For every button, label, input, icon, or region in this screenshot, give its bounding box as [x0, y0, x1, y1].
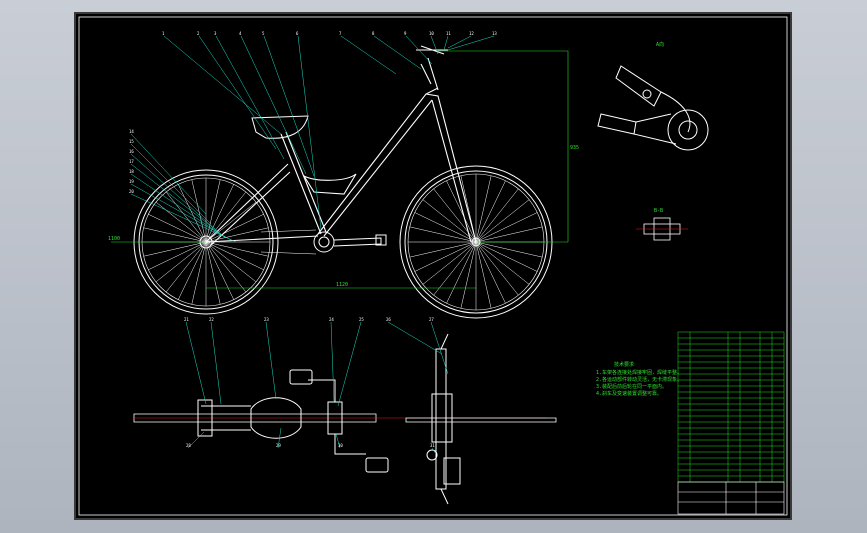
technical-requirements: 技术要求 1.车架各连接处焊接牢固，焊缝平整。 2.各运动部件转动灵活，无卡滞现…	[596, 361, 682, 397]
part-label: 29	[276, 443, 281, 448]
part-label: 30	[338, 443, 343, 448]
part-label: 12	[469, 31, 474, 36]
leader-line	[430, 321, 449, 375]
part-label: 10	[429, 31, 434, 36]
leader-line	[185, 321, 207, 405]
part-label: 22	[209, 317, 214, 322]
side-view	[133, 45, 553, 319]
leader-line	[297, 35, 322, 230]
dim-frame-height: 935	[570, 145, 579, 151]
part-label: 3	[214, 31, 217, 36]
spoke	[475, 241, 538, 272]
leader-lines-top	[185, 321, 449, 455]
spoke	[178, 241, 207, 300]
part-label: 13	[492, 31, 497, 36]
spoke	[475, 241, 506, 304]
spoke	[205, 214, 264, 243]
part-label: 15	[129, 139, 134, 144]
spoke	[414, 241, 477, 272]
dim-wheelbase: 1120	[336, 282, 348, 288]
leader-line	[130, 143, 212, 225]
part-label: 1	[162, 31, 165, 36]
part-label: 7	[339, 31, 342, 36]
tech-req-line-3: 3.装配后前后轮在同一平面内。	[596, 383, 667, 390]
leader-line	[340, 35, 397, 75]
leader-line	[443, 35, 449, 51]
tech-req-line-1: 1.车架各连接处焊接牢固，焊缝平整。	[596, 369, 682, 376]
part-label: 18	[129, 169, 134, 174]
part-label: 11	[446, 31, 451, 36]
part-label: 27	[429, 317, 434, 322]
parts-list-table	[677, 331, 785, 483]
part-label: 24	[329, 317, 334, 322]
leader-line	[337, 321, 362, 407]
spoke	[475, 212, 538, 243]
part-label: 4	[239, 31, 242, 36]
title-block	[677, 481, 785, 515]
spoke	[148, 241, 207, 270]
part-label: 26	[386, 317, 391, 322]
spoke	[205, 241, 264, 270]
tech-req-line-2: 2.各运动部件转动灵活，无卡滞现象。	[596, 376, 682, 383]
part-label: 16	[129, 149, 134, 154]
part-label: 28	[186, 443, 191, 448]
leader-line	[240, 35, 307, 175]
leader-line	[373, 35, 422, 70]
part-label: 31	[430, 443, 435, 448]
part-label: 2	[197, 31, 200, 36]
part-label: 19	[129, 179, 134, 184]
leader-line	[130, 133, 207, 215]
spoke	[446, 241, 477, 304]
leader-line	[163, 35, 282, 135]
detail-a-brake	[597, 65, 709, 151]
cad-drawing: 1120 935 1100 A向 B-B 123 4 5 6 7 8 9 10 …	[78, 16, 788, 516]
part-label: 6	[296, 31, 299, 36]
tech-req-title: 技术要求	[614, 361, 634, 368]
part-number-labels: 1 2 3 4 5 6 7 8 9 10 11 12 131415161718192021 22 23 24 2…	[129, 31, 497, 448]
leader-line	[198, 35, 277, 150]
part-label: 23	[264, 317, 269, 322]
inner-frame	[78, 16, 788, 516]
leader-line	[447, 35, 495, 51]
leader-line	[265, 321, 277, 400]
part-label: 21	[184, 317, 189, 322]
spoke	[205, 241, 234, 300]
part-label: 8	[372, 31, 375, 36]
leader-line	[330, 321, 335, 403]
leader-line	[387, 321, 443, 355]
part-label: 5	[262, 31, 265, 36]
dim-side-left: 1100	[108, 236, 120, 242]
part-label: 9	[404, 31, 407, 36]
spoke	[446, 180, 477, 243]
leader-line	[430, 35, 439, 55]
leader-line	[130, 173, 227, 239]
bike-frame	[205, 45, 477, 247]
spoke	[475, 180, 506, 243]
drawing-sheet: 1120 935 1100 A向 B-B 123 4 5 6 7 8 9 10 …	[74, 12, 792, 520]
detail-a-label: A向	[656, 41, 664, 48]
tech-req-line-4: 4.刹车及变速装置调整可靠。	[596, 390, 662, 397]
detail-b-label: B-B	[654, 208, 663, 214]
part-label: 14	[129, 129, 134, 134]
leader-line	[215, 35, 285, 160]
part-label: 20	[129, 189, 134, 194]
spoke	[148, 214, 207, 243]
crank-assembly	[260, 229, 387, 255]
part-label: 25	[359, 317, 364, 322]
part-label: 17	[129, 159, 134, 164]
top-view	[133, 333, 557, 505]
leader-line	[210, 321, 222, 405]
detail-b-section	[636, 217, 688, 241]
leader-line	[447, 35, 472, 49]
spoke	[178, 184, 207, 243]
leader-lines-side	[130, 35, 495, 243]
